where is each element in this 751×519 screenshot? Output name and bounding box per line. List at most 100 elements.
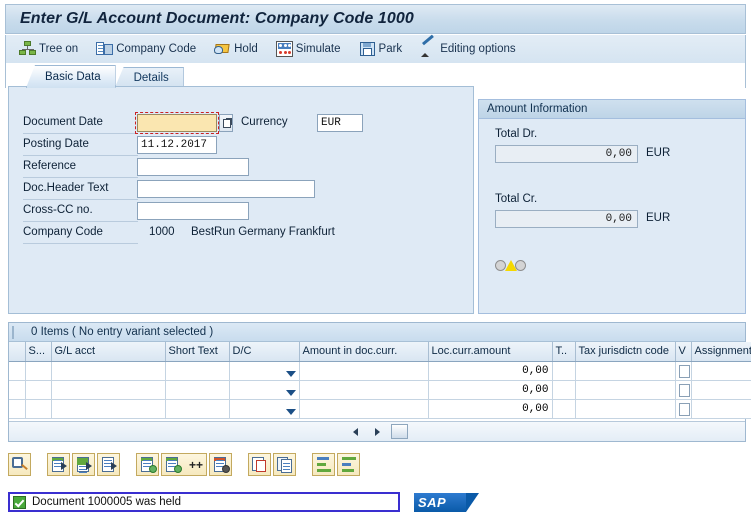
items-grid: 0 Items ( No entry variant selected ) S.… <box>8 322 751 442</box>
row-select-cell[interactable] <box>24 379 52 400</box>
cell-v[interactable] <box>675 361 692 381</box>
sort-ascending-button[interactable] <box>312 452 335 476</box>
doc-header-text-input[interactable] <box>137 180 315 198</box>
total-cr-label: Total Cr. <box>495 193 538 205</box>
col-v[interactable]: V <box>675 342 692 362</box>
cell-amount-doc[interactable] <box>299 399 429 419</box>
cell-assignment[interactable] <box>691 380 751 400</box>
insert-multiple-lines-button[interactable]: ++ <box>161 452 207 476</box>
chevron-down-icon[interactable] <box>285 408 296 415</box>
cell-dc[interactable] <box>229 380 300 400</box>
cell-gl-acct[interactable] <box>51 399 166 419</box>
table-row[interactable]: 0,00 <box>9 398 751 419</box>
grid-horizontal-scrollbar[interactable] <box>9 421 745 441</box>
checkbox-icon[interactable] <box>678 384 690 397</box>
cell-v[interactable] <box>675 380 692 400</box>
cell-amount-doc[interactable] <box>299 361 429 381</box>
cell-tax[interactable] <box>552 399 576 419</box>
row-handle[interactable] <box>9 380 26 400</box>
tab-strip: Basic Data Details <box>5 63 746 88</box>
cell-short-text[interactable] <box>165 399 230 419</box>
cell-tax[interactable] <box>552 361 576 381</box>
tab-basic-data[interactable]: Basic Data <box>26 65 116 88</box>
cell-short-text[interactable] <box>165 380 230 400</box>
company-code-button[interactable]: Company Code <box>93 38 205 60</box>
success-check-icon <box>13 495 26 509</box>
select-all-lines-button[interactable] <box>47 452 70 476</box>
sap-logo: SAP <box>414 492 479 512</box>
total-dr-label: Total Dr. <box>495 128 538 140</box>
pencil-edit-icon <box>420 34 437 57</box>
cell-tax[interactable] <box>552 380 576 400</box>
cell-v[interactable] <box>675 399 692 419</box>
table-row[interactable]: 0,00 <box>9 360 751 381</box>
editing-options-button[interactable]: Editing options <box>417 34 524 60</box>
delete-line-button[interactable] <box>209 452 232 476</box>
tab-details-label: Details <box>133 72 169 84</box>
document-date-matchcode-button[interactable] <box>219 114 233 132</box>
doc-header-text-label: Doc.Header Text <box>23 182 138 200</box>
cell-amount-doc[interactable] <box>299 380 429 400</box>
park-save-icon <box>359 41 376 57</box>
cell-dc[interactable] <box>229 399 300 419</box>
chevron-down-icon[interactable] <box>285 370 296 377</box>
select-block-button[interactable] <box>72 452 95 476</box>
copy-line-button[interactable] <box>273 452 296 476</box>
hold-button[interactable]: Hold <box>211 38 267 60</box>
insert-line-button[interactable] <box>136 452 159 476</box>
tree-on-button[interactable]: Tree on <box>16 38 87 60</box>
col-amount-doc-curr[interactable]: Amount in doc.curr. <box>299 342 429 362</box>
cell-dc[interactable] <box>229 361 300 381</box>
find-button[interactable] <box>8 452 31 476</box>
cell-tax-jur[interactable] <box>575 361 676 381</box>
cross-cc-no-input[interactable] <box>137 202 249 220</box>
park-button[interactable]: Park <box>356 38 412 60</box>
posting-date-input[interactable] <box>137 136 217 154</box>
cell-tax-jur[interactable] <box>575 380 676 400</box>
row-handle[interactable] <box>9 399 26 419</box>
row-select-cell[interactable] <box>24 360 52 381</box>
copy-line-icon <box>281 458 292 473</box>
simulate-label: Simulate <box>295 43 341 55</box>
table-row[interactable]: 0,00 <box>9 379 751 400</box>
reference-input[interactable] <box>137 158 249 176</box>
col-select-all-icon[interactable] <box>9 342 26 362</box>
row-select-cell[interactable] <box>24 398 52 419</box>
sort-descending-button[interactable] <box>337 452 360 476</box>
status-message-box[interactable]: Document 1000005 was held <box>8 492 400 512</box>
scroll-left-button[interactable] <box>351 425 363 439</box>
cell-amount-loc[interactable]: 0,00 <box>428 361 553 381</box>
row-handle[interactable] <box>9 361 26 381</box>
document-date-input[interactable] <box>137 114 217 132</box>
chevron-down-icon[interactable] <box>285 389 296 396</box>
col-gl-acct[interactable]: G/L acct <box>51 342 166 362</box>
col-tax-jurisdictn-code[interactable]: Tax jurisdictn code <box>575 342 676 362</box>
col-dc[interactable]: D/C <box>229 342 300 362</box>
col-status[interactable]: S... <box>25 342 52 362</box>
scroll-right-button[interactable] <box>371 425 383 439</box>
simulate-icon <box>275 41 293 57</box>
currency-input[interactable] <box>317 114 363 132</box>
cut-line-button[interactable] <box>248 452 271 476</box>
items-table: S... G/L acct Short Text D/C Amount in d… <box>9 342 751 419</box>
status-message-text: Document 1000005 was held <box>32 496 181 508</box>
col-assignment[interactable]: Assignment <box>691 342 751 362</box>
checkbox-icon[interactable] <box>678 365 690 378</box>
tab-details[interactable]: Details <box>114 67 184 88</box>
park-label: Park <box>378 43 403 55</box>
cell-amount-loc[interactable]: 0,00 <box>428 399 553 419</box>
cell-short-text[interactable] <box>165 361 230 381</box>
col-tax[interactable]: T.. <box>552 342 576 362</box>
cell-amount-loc[interactable]: 0,00 <box>428 380 553 400</box>
cell-gl-acct[interactable] <box>51 380 166 400</box>
cell-tax-jur[interactable] <box>575 399 676 419</box>
cell-assignment[interactable] <box>691 399 751 419</box>
cell-assignment[interactable] <box>691 361 751 381</box>
scrollbar-thumb[interactable] <box>390 424 408 439</box>
checkbox-icon[interactable] <box>678 403 690 416</box>
simulate-button[interactable]: Simulate <box>273 38 350 60</box>
col-short-text[interactable]: Short Text <box>165 342 230 362</box>
col-loc-curr-amount[interactable]: Loc.curr.amount <box>428 342 553 362</box>
deselect-lines-button[interactable] <box>97 452 120 476</box>
cell-gl-acct[interactable] <box>51 361 166 381</box>
